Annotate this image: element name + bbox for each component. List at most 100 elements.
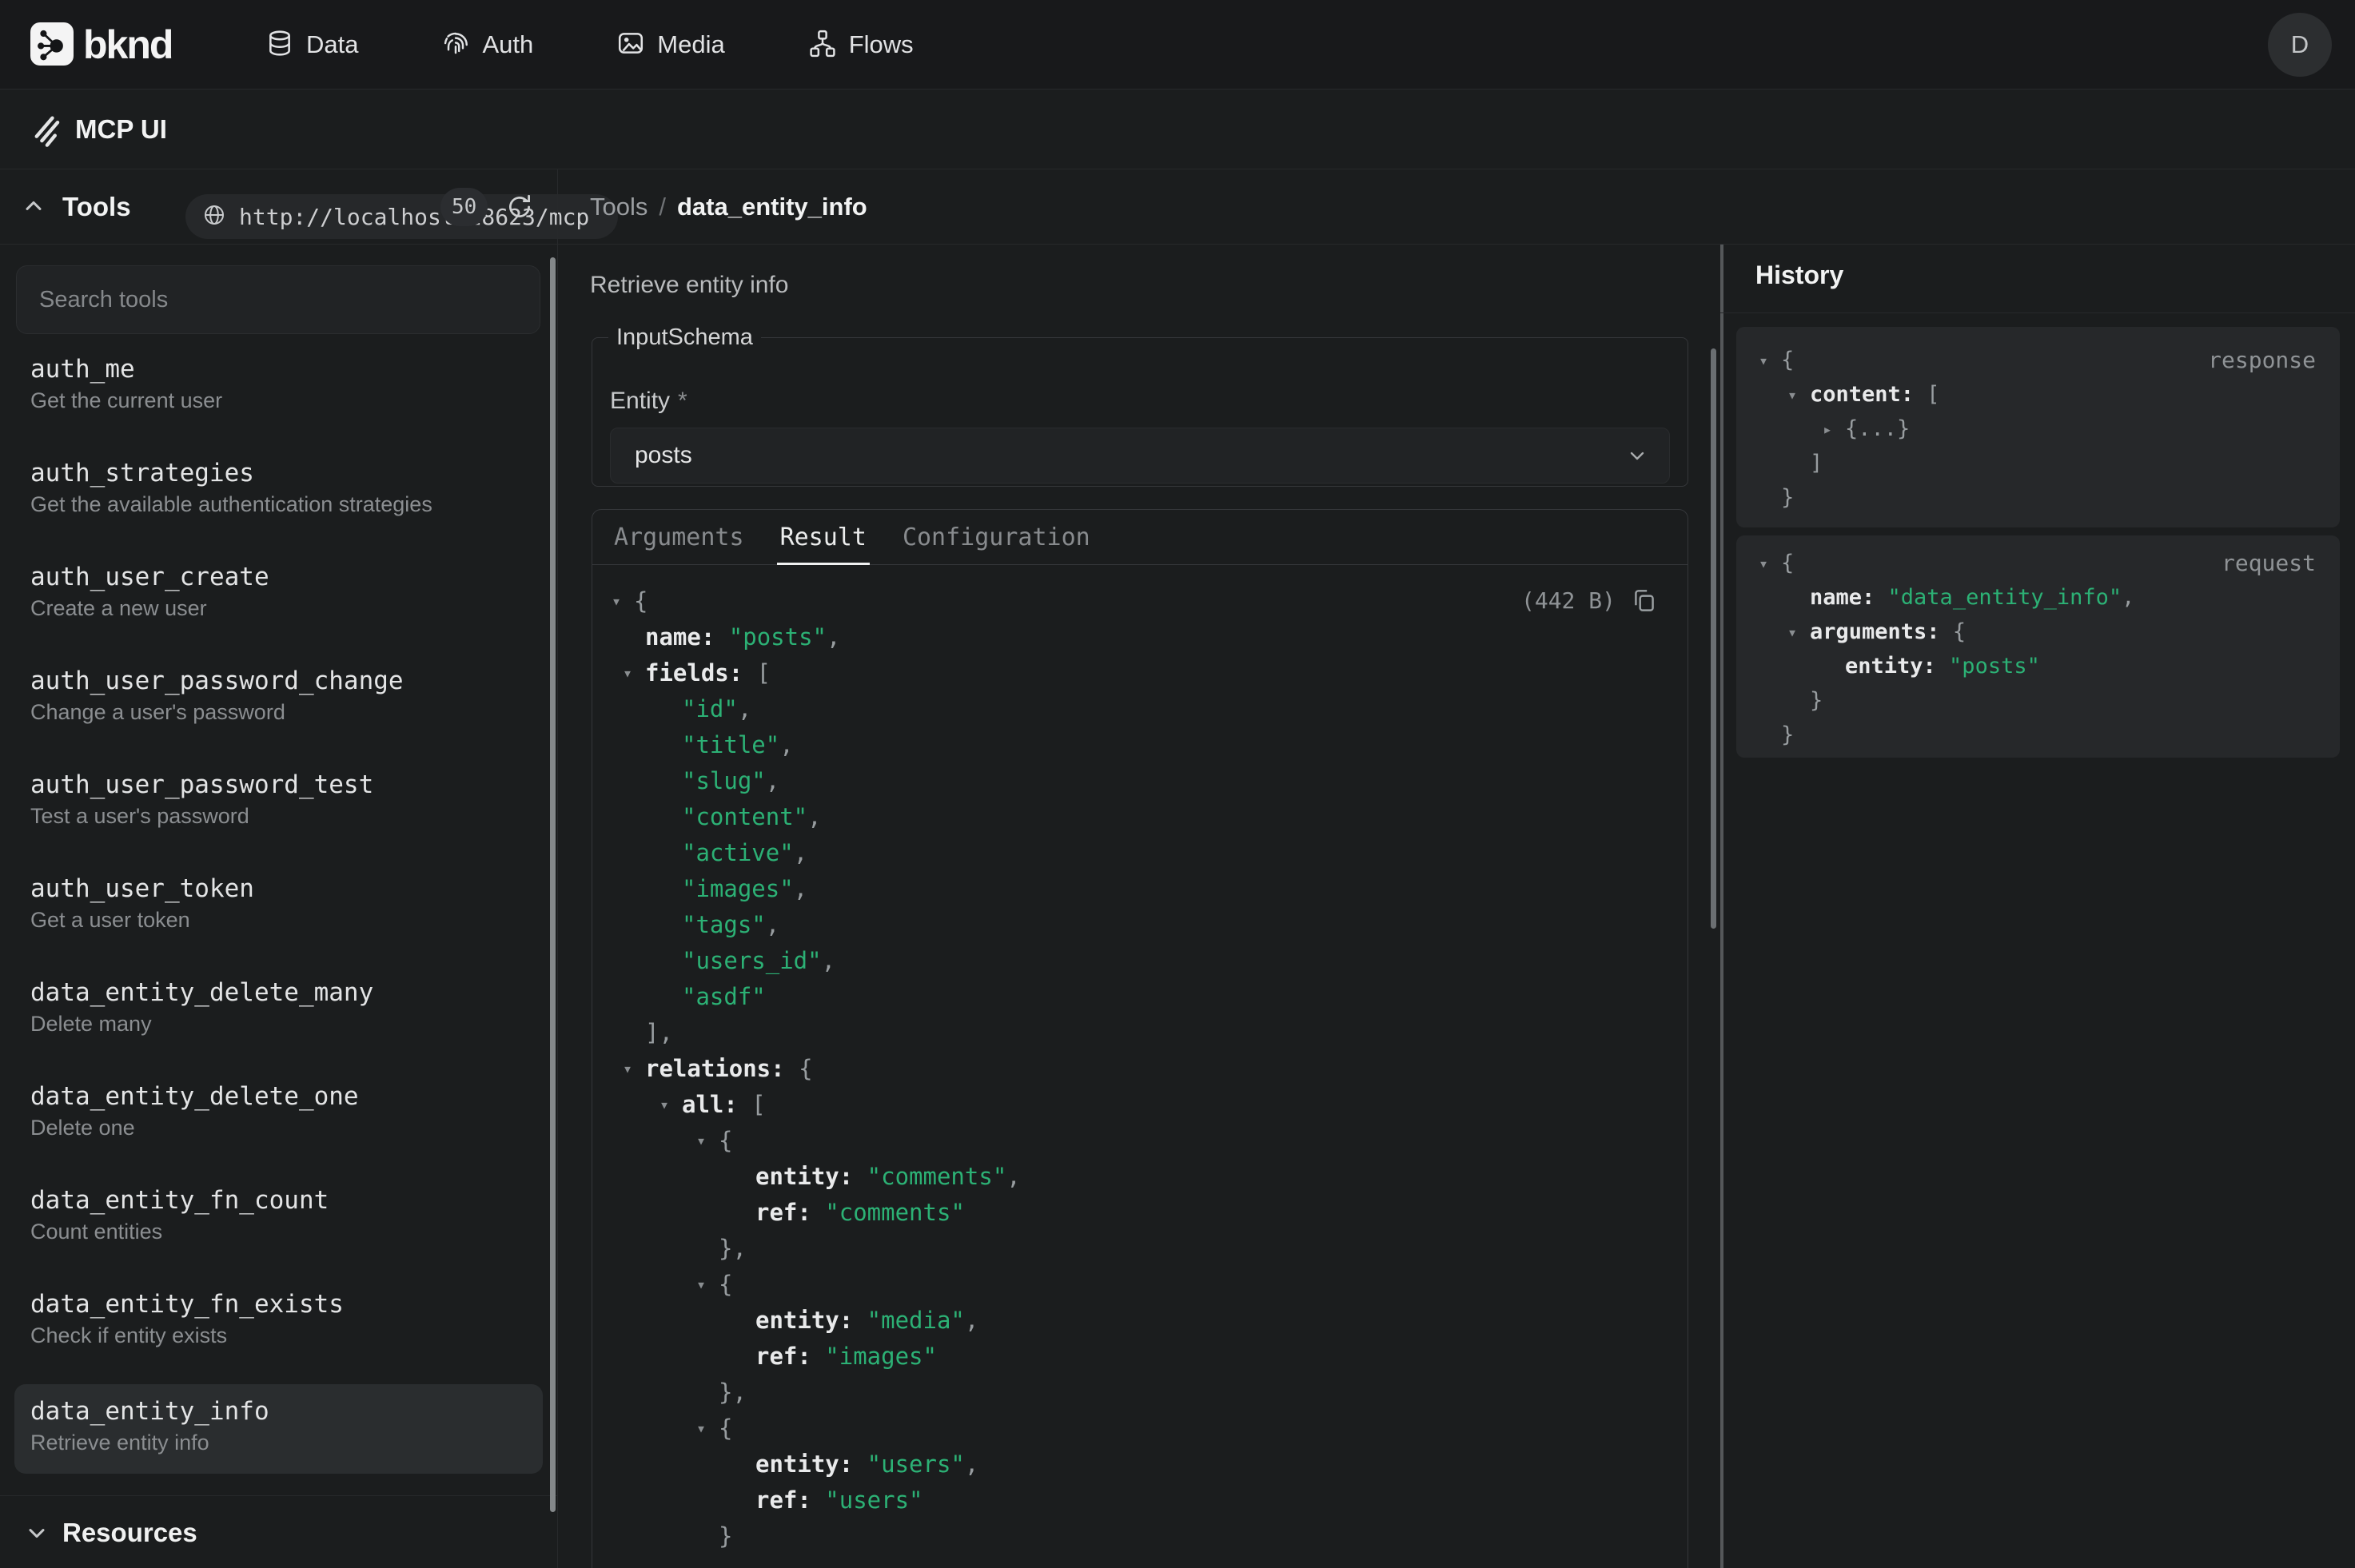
json-line: name: "data_entity_info", (1736, 580, 2340, 615)
bknd-logo-icon[interactable] (30, 22, 74, 66)
json-meta-label: request (2222, 550, 2316, 576)
json-line[interactable]: ▾{request (1736, 546, 2340, 580)
input-schema-legend: InputSchema (608, 324, 761, 351)
json-line: }, (592, 1374, 1688, 1410)
json-line: }, (592, 1230, 1688, 1266)
chevron-down-icon[interactable] (24, 1520, 50, 1550)
history-panel: History ▾{response▾content: [▸{...}]} ▾{… (1720, 245, 2355, 1568)
tool-description: Delete one (30, 1114, 541, 1141)
json-line: } (1736, 718, 2340, 752)
mcp-bar: MCP UI http://localhost:28623/mcp (0, 90, 2355, 169)
nav-item-flows[interactable]: Flows (808, 29, 914, 62)
json-line[interactable]: ▾{ (592, 1410, 1688, 1446)
json-line: "tags", (592, 906, 1688, 942)
sidebar-item-auth_strategies[interactable]: auth_strategiesGet the available authent… (0, 449, 557, 553)
json-line[interactable]: ▾{ (592, 1122, 1688, 1158)
brand-name[interactable]: bknd (83, 0, 172, 90)
json-line: } (592, 1518, 1688, 1554)
nav-item-label: Data (306, 30, 358, 59)
json-line: ], (592, 1014, 1688, 1050)
json-meta-label: response (2208, 347, 2316, 373)
json-line[interactable]: ▾relations: { (592, 1050, 1688, 1086)
nav-item-auth[interactable]: Auth (441, 29, 533, 62)
tree-toggle-icon[interactable]: ▸ (1823, 420, 1845, 439)
breadcrumb: Tools / data_entity_info (590, 169, 867, 245)
json-line[interactable]: ▾all: [ (592, 1086, 1688, 1122)
tab-arguments[interactable]: Arguments (614, 510, 744, 564)
tool-name: data_entity_fn_count (30, 1186, 541, 1215)
tool-name: auth_me (30, 355, 541, 384)
json-line: ] (1736, 446, 2340, 480)
json-line[interactable]: ▾content: [ (1736, 377, 2340, 412)
sidebar-scrollbar[interactable] (550, 257, 556, 1512)
json-line: "slug", (592, 762, 1688, 798)
tool-description: Retrieve entity info (590, 272, 788, 299)
tree-toggle-icon[interactable]: ▾ (696, 1131, 719, 1150)
chevron-up-icon[interactable] (21, 193, 46, 223)
json-line[interactable]: ▸{...} (1736, 412, 2340, 446)
json-line: "content", (592, 798, 1688, 834)
json-line: entity: "media", (592, 1302, 1688, 1338)
history-entry-response[interactable]: ▾{response▾content: [▸{...}]} (1736, 327, 2340, 527)
json-line[interactable]: ▾arguments: { (1736, 615, 2340, 649)
sidebar-item-auth_me[interactable]: auth_meGet the current user (0, 345, 557, 449)
tree-toggle-icon[interactable]: ▾ (696, 1419, 719, 1438)
tree-toggle-icon[interactable]: ▾ (612, 591, 634, 611)
json-line: entity: "posts" (1736, 649, 2340, 683)
history-entry-request[interactable]: ▾{requestname: "data_entity_info",▾argum… (1736, 535, 2340, 758)
tool-name: auth_user_password_change (30, 667, 541, 695)
tools-sidebar: auth_meGet the current userauth_strategi… (0, 245, 557, 1568)
json-line[interactable]: ▾{(442 B) (592, 583, 1688, 619)
nav-item-data[interactable]: Data (265, 29, 358, 62)
json-line: "asdf" (592, 978, 1688, 1014)
sidebar-item-auth_user_create[interactable]: auth_user_createCreate a new user (0, 553, 557, 657)
tab-configuration[interactable]: Configuration (903, 510, 1090, 564)
sidebar-item-auth_user_token[interactable]: auth_user_tokenGet a user token (0, 865, 557, 969)
json-line[interactable]: ▾{response (1736, 343, 2340, 377)
entity-select[interactable]: posts (610, 428, 1670, 484)
tree-toggle-icon[interactable]: ▾ (659, 1095, 682, 1114)
tool-description: Test a user's password (30, 802, 541, 830)
main-scrollbar[interactable] (1711, 348, 1716, 929)
resources-title: Resources (62, 1496, 197, 1568)
tab-result[interactable]: Result (780, 510, 867, 564)
database-icon (265, 29, 294, 62)
sidebar-item-auth_user_password_test[interactable]: auth_user_password_testTest a user's pas… (0, 761, 557, 865)
json-meta-label: (442 B) (1521, 587, 1616, 614)
sidebar-item-data_entity_delete_many[interactable]: data_entity_delete_manyDelete many (0, 969, 557, 1073)
breadcrumb-separator: / (659, 193, 666, 221)
refresh-icon[interactable] (504, 192, 535, 226)
sidebar-item-data_entity_fn_exists[interactable]: data_entity_fn_existsCheck if entity exi… (0, 1280, 557, 1384)
json-line[interactable]: ▾fields: [ (592, 655, 1688, 690)
tree-toggle-icon[interactable]: ▾ (1787, 385, 1810, 404)
resources-section[interactable]: Resources (0, 1495, 557, 1568)
header-band: Tools 50 Tools / data_entity_info Call T… (0, 169, 2355, 245)
sidebar-item-data_entity_delete_one[interactable]: data_entity_delete_oneDelete one (0, 1073, 557, 1176)
sidebar-item-data_entity_fn_count[interactable]: data_entity_fn_countCount entities (0, 1176, 557, 1280)
avatar[interactable]: D (2268, 13, 2332, 77)
nav-item-label: Auth (482, 30, 533, 59)
tree-toggle-icon[interactable]: ▾ (696, 1275, 719, 1294)
json-line: "images", (592, 870, 1688, 906)
breadcrumb-section[interactable]: Tools (590, 193, 648, 221)
nav-item-media[interactable]: Media (616, 29, 724, 62)
json-line: "users_id", (592, 942, 1688, 978)
sidebar-item-data_entity_info[interactable]: data_entity_infoRetrieve entity info (14, 1384, 543, 1474)
search-input[interactable] (16, 265, 540, 334)
sidebar-title: Tools (62, 169, 131, 245)
copy-icon[interactable] (1630, 587, 1659, 621)
json-line[interactable]: ▾{ (592, 1266, 1688, 1302)
image-icon (616, 29, 645, 62)
tree-toggle-icon[interactable]: ▾ (623, 663, 645, 683)
tree-toggle-icon[interactable]: ▾ (623, 1059, 645, 1078)
tool-description: Change a user's password (30, 698, 541, 726)
tree-toggle-icon[interactable]: ▾ (1759, 351, 1781, 370)
tree-toggle-icon[interactable]: ▾ (1787, 623, 1810, 642)
json-line: "title", (592, 726, 1688, 762)
json-line: entity: "comments", (592, 1158, 1688, 1194)
json-line: ref: "comments" (592, 1194, 1688, 1230)
tool-description: Get a user token (30, 906, 541, 933)
breadcrumb-current: data_entity_info (677, 193, 867, 221)
sidebar-item-auth_user_password_change[interactable]: auth_user_password_change Change a user's… (0, 657, 557, 761)
tree-toggle-icon[interactable]: ▾ (1759, 554, 1781, 573)
